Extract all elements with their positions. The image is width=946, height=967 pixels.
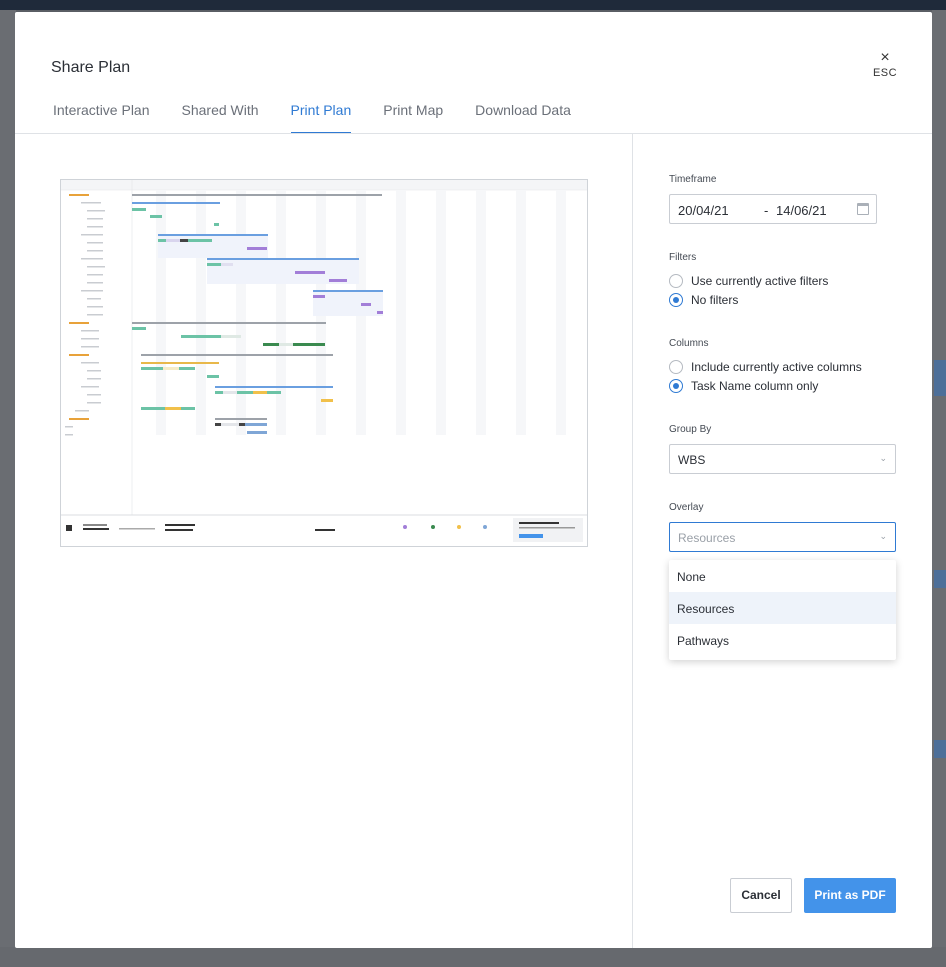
print-pdf-button[interactable]: Print as PDF [804, 878, 896, 913]
modal-title: Share Plan [51, 59, 131, 76]
share-plan-modal: Share Plan × ESC Interactive Plan Shared… [15, 12, 932, 948]
background-bar [934, 378, 946, 396]
background-bar [934, 740, 946, 758]
tabs-divider [15, 133, 932, 134]
radio-label: Include currently active columns [691, 360, 862, 374]
background-bottom [0, 947, 946, 967]
panel-divider [632, 134, 633, 948]
group-by-value: WBS [678, 453, 706, 467]
timeframe-label: Timeframe [669, 174, 717, 185]
radio-button[interactable] [669, 360, 683, 374]
columns-label: Columns [669, 338, 709, 349]
overlay-select[interactable]: Resources ⌄ [669, 522, 896, 552]
radio-button-selected[interactable] [669, 293, 683, 307]
close-icon: × [880, 49, 890, 66]
overlay-placeholder: Resources [678, 531, 736, 545]
timeframe-separator: - [764, 203, 769, 218]
overlay-option-none[interactable]: None [669, 560, 896, 592]
timeframe-from: 20/04/21 [678, 203, 729, 218]
background-right-column [932, 10, 946, 967]
tab-interactive-plan[interactable]: Interactive Plan [53, 102, 150, 134]
group-by-select[interactable]: WBS ⌄ [669, 444, 896, 474]
print-preview [60, 179, 588, 547]
group-by-label: Group By [669, 424, 712, 435]
print-preview-image [61, 180, 587, 542]
overlay-option-resources[interactable]: Resources [669, 592, 896, 624]
radio-button[interactable] [669, 274, 683, 288]
radio-label: Use currently active filters [691, 274, 829, 288]
radio-label: No filters [691, 293, 739, 307]
columns-option-active[interactable]: Include currently active columns [669, 359, 862, 375]
tab-shared-with[interactable]: Shared With [182, 102, 259, 134]
radio-button-selected[interactable] [669, 379, 683, 393]
radio-label: Task Name column only [691, 379, 819, 393]
background-bar [934, 360, 946, 378]
calendar-icon[interactable] [857, 203, 869, 215]
background-left-column [0, 10, 16, 967]
tab-print-plan[interactable]: Print Plan [290, 102, 352, 134]
background-topbar [0, 0, 946, 10]
overlay-dropdown: None Resources Pathways [669, 560, 896, 660]
background-bar [934, 570, 946, 588]
chevron-down-icon: ⌄ [879, 531, 887, 541]
cancel-button[interactable]: Cancel [730, 878, 792, 913]
chevron-down-icon: ⌄ [879, 453, 887, 463]
filter-option-none[interactable]: No filters [669, 292, 738, 308]
filter-option-active[interactable]: Use currently active filters [669, 273, 828, 289]
tab-download-data[interactable]: Download Data [475, 102, 571, 134]
tab-bar: Interactive Plan Shared With Print Plan … [53, 102, 603, 134]
columns-option-task-name[interactable]: Task Name column only [669, 378, 818, 394]
overlay-label: Overlay [669, 502, 704, 513]
close-hint: ESC [872, 67, 898, 79]
tab-print-map[interactable]: Print Map [383, 102, 443, 134]
close-button[interactable]: × ESC [870, 49, 900, 80]
overlay-option-pathways[interactable]: Pathways [669, 624, 896, 656]
timeframe-input[interactable]: 20/04/21 - 14/06/21 [669, 194, 877, 224]
filters-label: Filters [669, 252, 697, 263]
timeframe-to: 14/06/21 [776, 203, 827, 218]
